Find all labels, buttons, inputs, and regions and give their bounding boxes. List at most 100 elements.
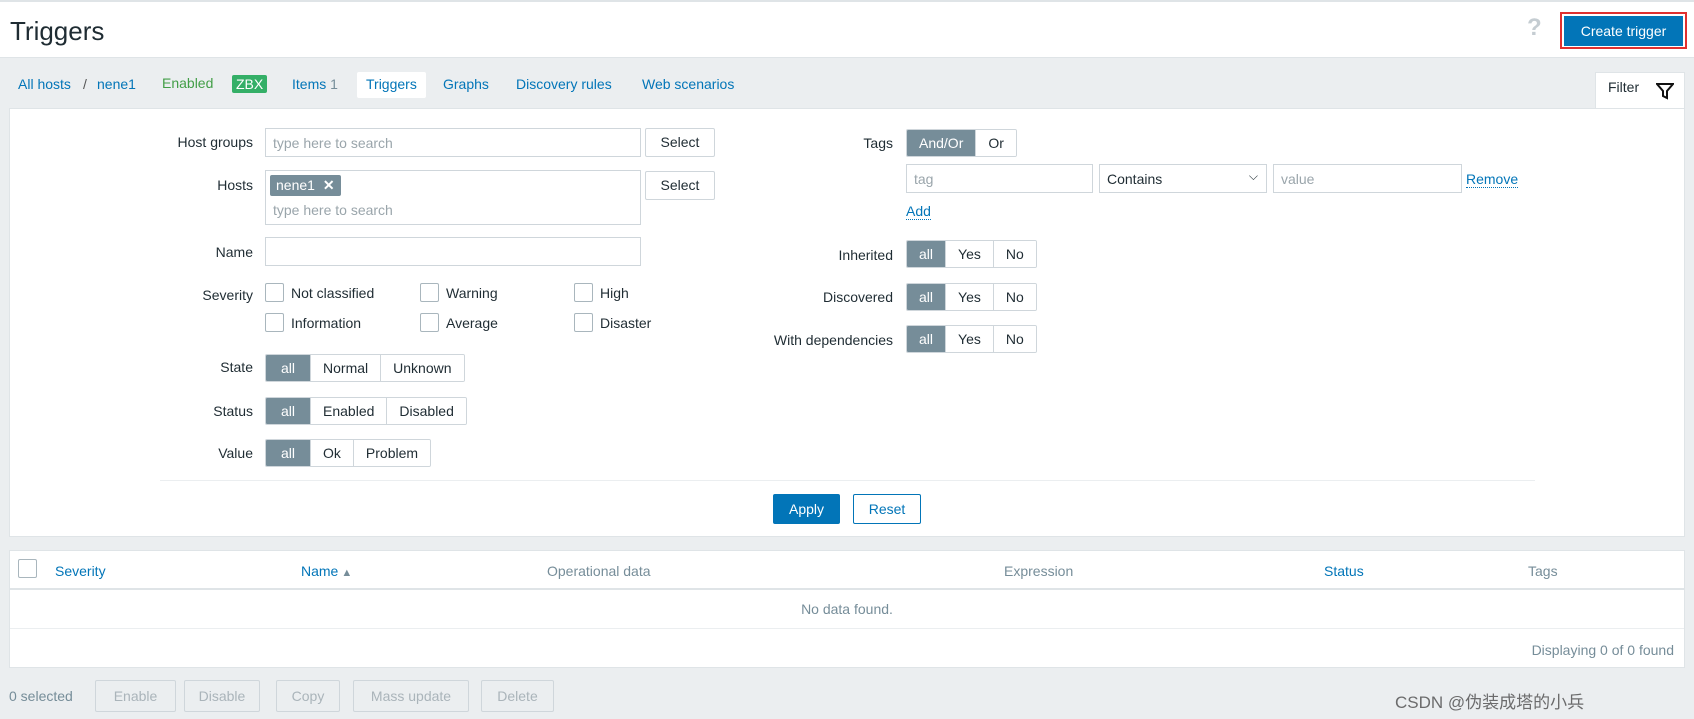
column-tags: Tags	[1528, 563, 1558, 579]
filter-tab-label: Filter	[1608, 79, 1640, 95]
column-status[interactable]: Status	[1324, 563, 1364, 579]
divider	[160, 480, 1535, 481]
severity-option-label: Information	[291, 314, 362, 331]
state-radio-group: all Normal Unknown	[265, 354, 465, 382]
nav-web-scenarios[interactable]: Web scenarios	[642, 76, 734, 92]
name-label: Name	[215, 244, 253, 260]
tag-operator-select[interactable]: Contains ⌵	[1099, 164, 1267, 193]
column-name[interactable]: Name ▲	[301, 563, 352, 579]
discovered-label: Discovered	[822, 289, 893, 305]
inherited-no[interactable]: No	[992, 241, 1036, 267]
value-all[interactable]: all	[266, 440, 311, 466]
page-header: Triggers	[0, 0, 1694, 58]
tags-or[interactable]: Or	[975, 130, 1016, 156]
state-all[interactable]: all	[266, 355, 311, 381]
tag-add-link[interactable]: Add	[906, 203, 931, 220]
status-disabled[interactable]: Disabled	[386, 398, 466, 424]
dependencies-yes[interactable]: Yes	[945, 326, 993, 352]
tags-label: Tags	[863, 135, 893, 151]
host-groups-input[interactable]: type here to search	[265, 128, 641, 157]
paging-summary: Displaying 0 of 0 found	[1531, 642, 1674, 658]
severity-warning-checkbox[interactable]: Warning	[420, 283, 498, 302]
checkbox[interactable]	[420, 283, 439, 302]
nav-discovery-rules[interactable]: Discovery rules	[516, 76, 612, 92]
status-all[interactable]: all	[266, 398, 311, 424]
reset-button[interactable]: Reset	[853, 494, 921, 524]
severity-average-checkbox[interactable]: Average	[420, 313, 498, 332]
discovered-yes[interactable]: Yes	[945, 284, 993, 310]
tag-input[interactable]: tag	[906, 164, 1093, 193]
tag-operator-value: Contains	[1107, 171, 1163, 187]
selected-count: 0 selected	[9, 688, 73, 704]
dependencies-all[interactable]: all	[907, 326, 946, 352]
inherited-radio-group: all Yes No	[906, 240, 1037, 268]
breadcrumb-host[interactable]: nene1	[97, 76, 136, 92]
nav-items-label: Items	[292, 76, 327, 92]
tag-remove-link[interactable]: Remove	[1466, 171, 1519, 188]
checkbox[interactable]	[574, 283, 593, 302]
zbx-availability-badge: ZBX	[232, 75, 268, 93]
nav-graphs[interactable]: Graphs	[443, 76, 489, 92]
severity-option-label: Average	[446, 314, 498, 331]
checkbox[interactable]	[420, 313, 439, 332]
nav-items[interactable]: Items 1	[292, 76, 338, 92]
dependencies-no[interactable]: No	[992, 326, 1036, 352]
tag-value-input[interactable]: value	[1273, 164, 1462, 193]
copy-button[interactable]: Copy	[276, 680, 340, 712]
status-label: Status	[213, 403, 253, 419]
state-normal[interactable]: Normal	[310, 355, 381, 381]
no-data-message: No data found.	[801, 601, 893, 617]
discovered-no[interactable]: No	[992, 284, 1036, 310]
nav-items-count: 1	[330, 76, 338, 92]
column-operational-data: Operational data	[547, 563, 651, 579]
host-chip: nene1 ✕	[270, 175, 341, 196]
value-radio-group: all Ok Problem	[265, 439, 432, 467]
inherited-all[interactable]: all	[907, 241, 946, 267]
state-unknown[interactable]: Unknown	[380, 355, 464, 381]
host-chip-label: nene1	[276, 177, 315, 193]
value-label: Value	[218, 445, 253, 461]
hosts-select-button[interactable]: Select	[645, 171, 715, 200]
breadcrumb-all-hosts[interactable]: All hosts	[18, 76, 71, 92]
value-ok[interactable]: Ok	[310, 440, 353, 466]
hosts-input[interactable]: nene1 ✕ type here to search	[265, 170, 641, 225]
checkbox[interactable]	[265, 283, 284, 302]
severity-high-checkbox[interactable]: High	[574, 283, 629, 302]
row-border	[10, 628, 1684, 629]
severity-not-classified-checkbox[interactable]: Not classified	[265, 283, 374, 302]
checkbox[interactable]	[574, 313, 593, 332]
hosts-label: Hosts	[217, 177, 253, 193]
severity-information-checkbox[interactable]: Information	[265, 313, 361, 332]
header-border	[10, 588, 1684, 590]
status-radio-group: all Enabled Disabled	[265, 397, 467, 425]
value-problem[interactable]: Problem	[352, 440, 431, 466]
close-icon[interactable]: ✕	[323, 177, 335, 193]
state-label: State	[220, 359, 253, 375]
checkbox[interactable]	[265, 313, 284, 332]
status-enabled[interactable]: Enabled	[310, 398, 387, 424]
host-status-enabled[interactable]: Enabled	[162, 75, 213, 91]
name-input[interactable]	[265, 237, 641, 266]
severity-disaster-checkbox[interactable]: Disaster	[574, 313, 651, 332]
mass-update-button[interactable]: Mass update	[353, 680, 469, 712]
create-trigger-button[interactable]: Create trigger	[1564, 16, 1683, 46]
filter-icon	[1656, 83, 1674, 100]
select-all-checkbox[interactable]	[18, 559, 37, 578]
filter-tab[interactable]: Filter	[1595, 72, 1685, 109]
delete-button[interactable]: Delete	[481, 680, 554, 712]
inherited-yes[interactable]: Yes	[945, 241, 993, 267]
discovered-all[interactable]: all	[907, 284, 946, 310]
column-severity[interactable]: Severity	[55, 563, 106, 579]
disable-button[interactable]: Disable	[184, 680, 260, 712]
severity-option-label: Not classified	[291, 284, 375, 301]
chevron-down-icon: ⌵	[1248, 169, 1258, 183]
column-expression: Expression	[1004, 563, 1074, 579]
severity-option-label: Disaster	[600, 314, 652, 331]
tags-evaltype-group: And/Or Or	[906, 129, 1017, 157]
tags-and-or[interactable]: And/Or	[907, 130, 976, 156]
apply-button[interactable]: Apply	[773, 494, 840, 524]
question-icon[interactable]: ?	[1527, 14, 1542, 42]
enable-button[interactable]: Enable	[95, 680, 176, 712]
inherited-label: Inherited	[838, 247, 893, 263]
nav-triggers[interactable]: Triggers	[357, 72, 426, 98]
